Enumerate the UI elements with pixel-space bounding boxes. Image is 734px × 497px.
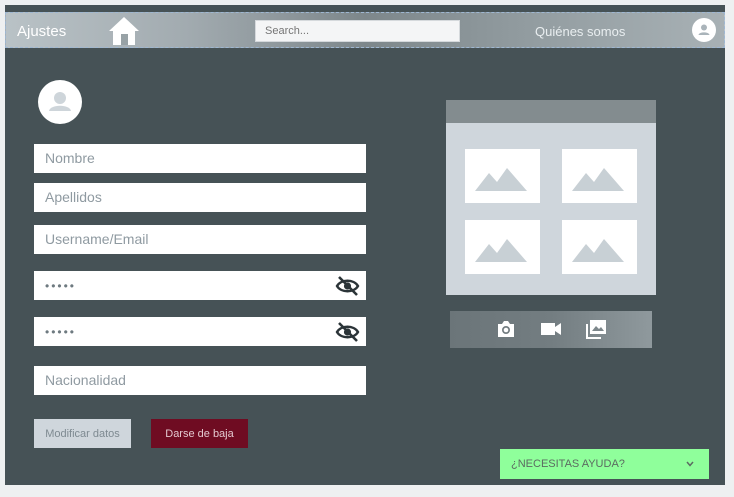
gallery-header bbox=[446, 100, 656, 123]
user-icon bbox=[49, 92, 71, 111]
password-value: ••••• bbox=[45, 279, 77, 293]
unsubscribe-button[interactable]: Darse de baja bbox=[151, 419, 248, 448]
modify-data-button[interactable]: Modificar datos bbox=[34, 419, 131, 448]
visibility-off-icon[interactable] bbox=[335, 321, 360, 343]
nationality-field[interactable]: Nacionalidad bbox=[34, 366, 366, 395]
image-placeholder-icon bbox=[572, 239, 624, 262]
surname-placeholder: Apellidos bbox=[45, 189, 102, 205]
image-placeholder-icon bbox=[572, 168, 624, 191]
app-title: Ajustes bbox=[17, 23, 67, 40]
name-placeholder: Nombre bbox=[45, 150, 95, 166]
nationality-placeholder: Nacionalidad bbox=[45, 372, 126, 388]
help-dropdown[interactable]: ¿NECESITAS AYUDA? bbox=[500, 449, 709, 479]
camera-icon[interactable] bbox=[495, 319, 517, 339]
photo-library-icon[interactable] bbox=[585, 319, 607, 339]
confirm-password-field[interactable]: ••••• bbox=[34, 317, 366, 346]
gallery-thumbnail[interactable] bbox=[562, 149, 637, 203]
top-navbar: Ajustes Quiénes somos bbox=[5, 12, 725, 48]
user-icon bbox=[698, 24, 710, 35]
confirm-password-value: ••••• bbox=[45, 325, 77, 339]
about-us-link[interactable]: Quiénes somos bbox=[535, 24, 625, 39]
gallery-thumbnail[interactable] bbox=[465, 149, 540, 203]
image-placeholder-icon bbox=[475, 168, 527, 191]
profile-avatar[interactable] bbox=[38, 80, 82, 124]
gallery-thumbnail[interactable] bbox=[465, 220, 540, 274]
help-label: ¿NECESITAS AYUDA? bbox=[511, 458, 625, 470]
visibility-off-icon[interactable] bbox=[335, 275, 360, 297]
home-icon[interactable] bbox=[108, 16, 140, 46]
name-field[interactable]: Nombre bbox=[34, 144, 366, 173]
user-avatar[interactable] bbox=[692, 18, 716, 42]
app-frame: Ajustes Quiénes somos Nombre Apellidos U… bbox=[5, 5, 725, 485]
username-email-placeholder: Username/Email bbox=[45, 231, 149, 247]
image-gallery bbox=[446, 100, 656, 295]
surname-field[interactable]: Apellidos bbox=[34, 183, 366, 212]
media-toolbar bbox=[450, 311, 652, 348]
search-input[interactable] bbox=[255, 20, 460, 42]
gallery-thumbnail[interactable] bbox=[562, 220, 637, 274]
chevron-down-icon bbox=[686, 461, 694, 467]
password-field[interactable]: ••••• bbox=[34, 271, 366, 300]
username-email-field[interactable]: Username/Email bbox=[34, 225, 366, 254]
video-icon[interactable] bbox=[540, 319, 562, 339]
image-placeholder-icon bbox=[475, 239, 527, 262]
